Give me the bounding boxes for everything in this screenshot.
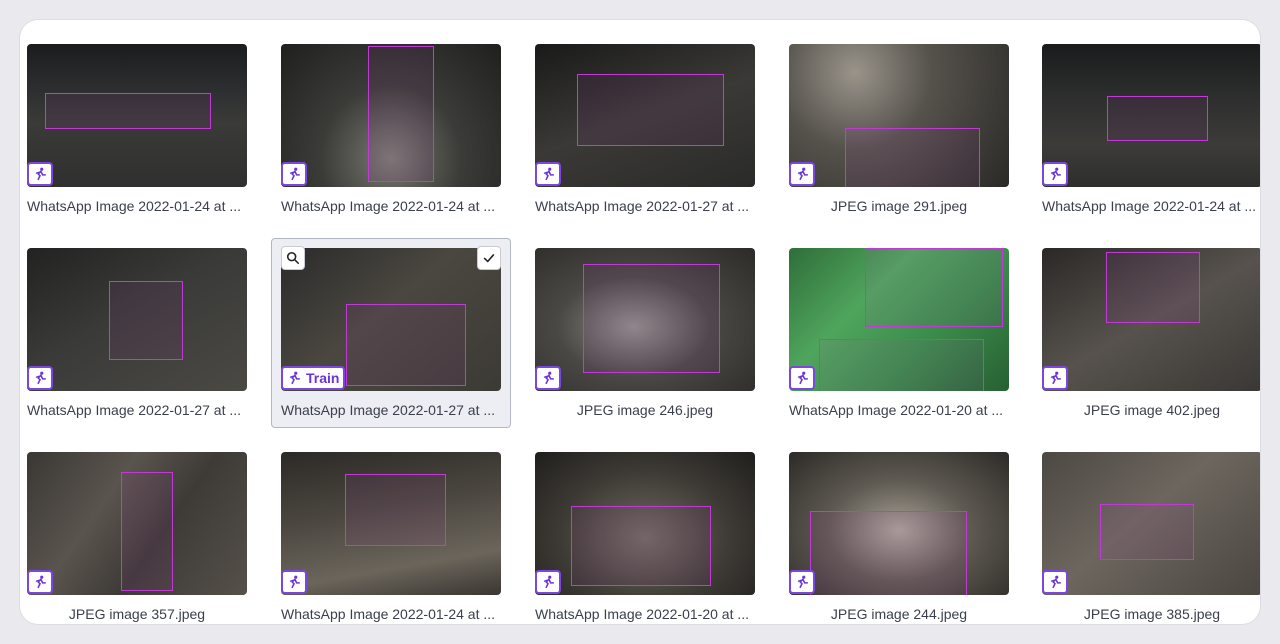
image-card[interactable]: WhatsApp Image 2022-01-24 at ... [281,452,501,622]
tag-label: Train [306,370,340,386]
bounding-box [346,304,466,386]
run-icon [789,162,815,186]
image-name: WhatsApp Image 2022-01-27 at ... [535,198,750,214]
run-icon [27,162,53,186]
image-thumbnail[interactable] [535,452,755,595]
image-card[interactable]: JPEG image 291.jpeg [789,44,1009,214]
image-name: WhatsApp Image 2022-01-24 at ... [281,606,496,622]
image-thumbnail[interactable] [1042,452,1260,595]
image-name: WhatsApp Image 2022-01-20 at ... [789,402,1004,418]
bounding-box [819,339,984,391]
image-thumbnail[interactable] [789,452,1009,595]
image-grid: WhatsApp Image 2022-01-24 at ... WhatsAp… [20,20,1260,624]
image-card[interactable]: JPEG image 402.jpeg [1042,248,1260,418]
bounding-box [1106,252,1200,323]
image-name: JPEG image 357.jpeg [68,606,206,622]
image-name: WhatsApp Image 2022-01-27 at ... [281,402,496,418]
image-thumbnail[interactable] [789,44,1009,187]
bounding-box [345,474,446,546]
image-card[interactable]: WhatsApp Image 2022-01-20 at ... [789,248,1009,418]
image-name: WhatsApp Image 2022-01-27 at ... [27,402,242,418]
image-name: WhatsApp Image 2022-01-24 at ... [1042,198,1257,214]
image-name: WhatsApp Image 2022-01-24 at ... [281,198,496,214]
run-icon [281,570,307,594]
image-thumbnail[interactable] [535,248,755,391]
bounding-box [845,128,980,187]
run-icon [1042,366,1068,390]
image-thumbnail[interactable] [281,44,501,187]
image-name: JPEG image 402.jpeg [1083,402,1221,418]
bounding-box [1107,96,1208,141]
image-card[interactable]: WhatsApp Image 2022-01-20 at ... [535,452,755,622]
image-card[interactable]: JPEG image 357.jpeg [27,452,247,622]
run-icon [535,162,561,186]
run-icon [281,162,307,186]
image-thumbnail[interactable] [27,452,247,595]
image-card[interactable]: WhatsApp Image 2022-01-24 at ... [1042,44,1260,214]
bounding-box [577,74,724,146]
run-icon [789,366,815,390]
image-thumbnail[interactable]: Train [281,248,501,391]
image-name: JPEG image 385.jpeg [1083,606,1221,622]
image-thumbnail[interactable] [281,452,501,595]
bounding-box [810,511,967,595]
image-thumbnail[interactable] [1042,248,1260,391]
bounding-box [109,281,183,360]
image-thumbnail[interactable] [535,44,755,187]
bounding-box [583,264,720,373]
run-icon [789,570,815,594]
check-icon[interactable] [477,246,501,270]
bounding-box [45,93,211,129]
run-icon [535,366,561,390]
bounding-box [121,472,173,591]
image-name: WhatsApp Image 2022-01-20 at ... [535,606,750,622]
bounding-box [368,46,434,182]
image-thumbnail[interactable] [789,248,1009,391]
image-thumbnail[interactable] [27,44,247,187]
image-card[interactable]: JPEG image 385.jpeg [1042,452,1260,622]
image-card-selected[interactable]: Train WhatsApp Image 2022-01-27 at ... [271,238,511,428]
image-card[interactable]: WhatsApp Image 2022-01-24 at ... [281,44,501,214]
image-thumbnail[interactable] [27,248,247,391]
image-card[interactable]: WhatsApp Image 2022-01-27 at ... [535,44,755,214]
bounding-box [571,506,711,586]
image-card[interactable]: WhatsApp Image 2022-01-27 at ... [27,248,247,418]
run-icon [1042,570,1068,594]
bounding-box [865,248,1003,327]
run-icon [535,570,561,594]
run-icon: Train [281,366,346,390]
image-card[interactable]: WhatsApp Image 2022-01-24 at ... [27,44,247,214]
image-gallery: WhatsApp Image 2022-01-24 at ... WhatsAp… [20,20,1260,624]
image-name: JPEG image 291.jpeg [830,198,968,214]
run-icon [1042,162,1068,186]
image-name: JPEG image 244.jpeg [830,606,968,622]
image-card[interactable]: JPEG image 244.jpeg [789,452,1009,622]
image-name: WhatsApp Image 2022-01-24 at ... [27,198,242,214]
image-card[interactable]: JPEG image 246.jpeg [535,248,755,418]
image-thumbnail[interactable] [1042,44,1260,187]
image-name: JPEG image 246.jpeg [576,402,714,418]
bounding-box [1100,504,1194,560]
run-icon [27,366,53,390]
search-icon[interactable] [281,246,305,270]
run-icon [27,570,53,594]
